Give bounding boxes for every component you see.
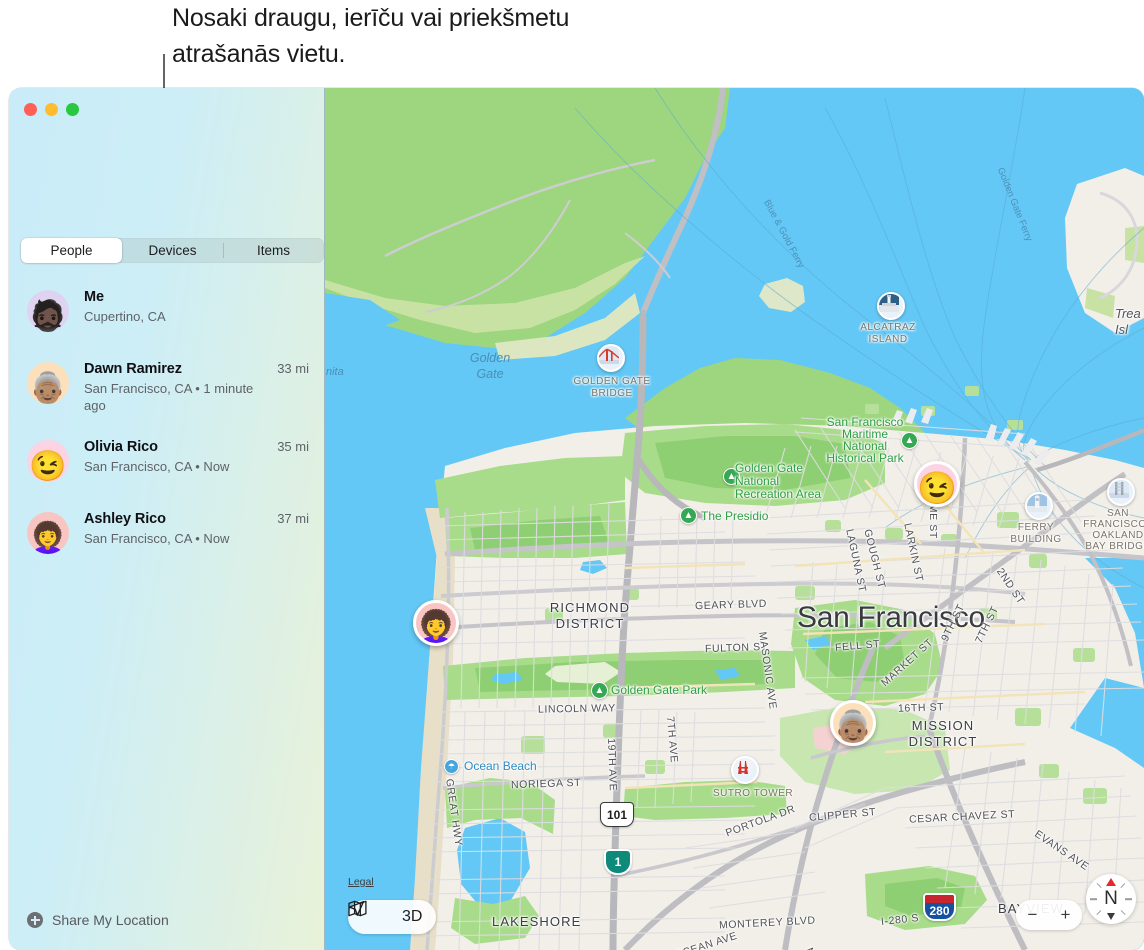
map-avatar-olivia-rico[interactable]: 😉 [914,461,960,507]
presidio-dot[interactable]: ▲ [680,507,697,524]
map-compass[interactable]: N [1086,874,1136,924]
avatar: 👵🏽 [27,362,69,404]
avatar: 😉 [27,440,69,482]
golden-gate-bridge-pin[interactable] [597,344,625,372]
legal-link[interactable]: Legal [348,876,374,888]
map-avatar-ashley-rico[interactable]: 👩‍🦱 [413,600,459,646]
bridge-icon [1109,480,1129,498]
highway-shield-101: 101 [600,802,634,827]
callout-text: Nosaki draugu, ierīču vai priekšmetu atr… [172,4,570,68]
ggnra-dot[interactable]: ▲ [723,468,740,485]
avatar: 🧔🏿 [27,290,69,332]
person-subtitle: San Francisco, CA • 1 minute ago [84,381,254,413]
map-canvas[interactable]: Golden Gate nita Blue & Gold Ferry Golden… [325,88,1144,950]
map-vector-layer [325,88,1144,950]
close-button[interactable] [24,103,37,116]
tab-items-label: Items [256,243,290,258]
highway-shield-101-label: 101 [606,807,628,822]
highway-shield-280: 280 [923,893,956,921]
alcatraz-island-pin[interactable] [877,292,905,320]
tab-devices-label: Devices [148,243,197,258]
tab-people-label: People [50,243,93,258]
maritime-park-dot[interactable]: ▲ [901,432,918,449]
tower-icon [733,758,753,776]
compass-north-arrow [1106,878,1116,886]
list-item[interactable]: 😉 Olivia Rico San Francisco, CA • Now 35… [9,438,325,486]
people-list: 🧔🏿 Me Cupertino, CA 👵🏽 Dawn Ramirez San … [9,288,325,582]
tab-people[interactable]: People [21,238,122,263]
map-zoom-controls: − + [1016,900,1082,930]
list-item[interactable]: 👩‍🦱 Ashley Rico San Francisco, CA • Now … [9,510,325,558]
compass-letter: N [1104,888,1118,909]
sidebar: People Devices Items 🧔🏿 Me Cupertino, CA… [9,88,325,950]
find-my-window: People Devices Items 🧔🏿 Me Cupertino, CA… [9,88,1144,950]
list-item[interactable]: 🧔🏿 Me Cupertino, CA [9,288,325,336]
golden-gate-park-dot[interactable]: ▲ [591,682,608,699]
map-mode-controls: 3D [348,900,437,934]
share-my-location-button[interactable]: Share My Location [27,912,169,928]
tab-items[interactable]: Items [223,238,324,263]
compass-south-arrow [1107,913,1115,920]
zoom-in-button[interactable]: + [1061,905,1071,925]
highway-shield-280-label: 280 [929,904,950,918]
screenshot-root: Nosaki draugu, ierīču vai priekšmetu atr… [0,0,1144,950]
three-d-toggle[interactable]: 3D [402,908,422,926]
plus-circle-icon [27,912,43,928]
highway-shield-1-label: 1 [614,855,622,869]
person-distance: 35 mi [277,439,309,454]
list-item[interactable]: 👵🏽 Dawn Ramirez San Francisco, CA • 1 mi… [9,360,325,414]
person-distance: 33 mi [277,361,309,376]
person-subtitle: Cupertino, CA [84,309,166,324]
ocean-beach-dot[interactable]: ☂ [444,759,459,774]
clocktower-icon [1027,494,1047,512]
bridge-icon [599,346,619,364]
zoom-out-button[interactable]: − [1028,905,1038,925]
person-distance: 37 mi [277,511,309,526]
map-avatar-dawn-ramirez[interactable]: 👵🏽 [830,700,876,746]
person-subtitle: San Francisco, CA • Now [84,531,230,546]
ferry-building-pin[interactable] [1025,492,1053,520]
minimize-button[interactable] [45,103,58,116]
avatar: 👩‍🦱 [27,512,69,554]
person-name: Dawn Ramirez [84,361,182,377]
share-my-location-label: Share My Location [52,912,169,928]
tab-devices[interactable]: Devices [122,238,223,263]
window-traffic-lights [24,103,79,116]
sutro-tower-pin[interactable] [731,756,759,784]
highway-shield-1: 1 [604,849,632,875]
person-name: Me [84,289,104,305]
bay-bridge-pin[interactable] [1107,478,1135,506]
person-name: Olivia Rico [84,439,158,455]
person-subtitle: San Francisco, CA • Now [84,459,230,474]
person-name: Ashley Rico [84,511,166,527]
zoom-button[interactable] [66,103,79,116]
segmented-tab-control: People Devices Items [21,238,324,263]
lighthouse-icon [879,294,899,312]
